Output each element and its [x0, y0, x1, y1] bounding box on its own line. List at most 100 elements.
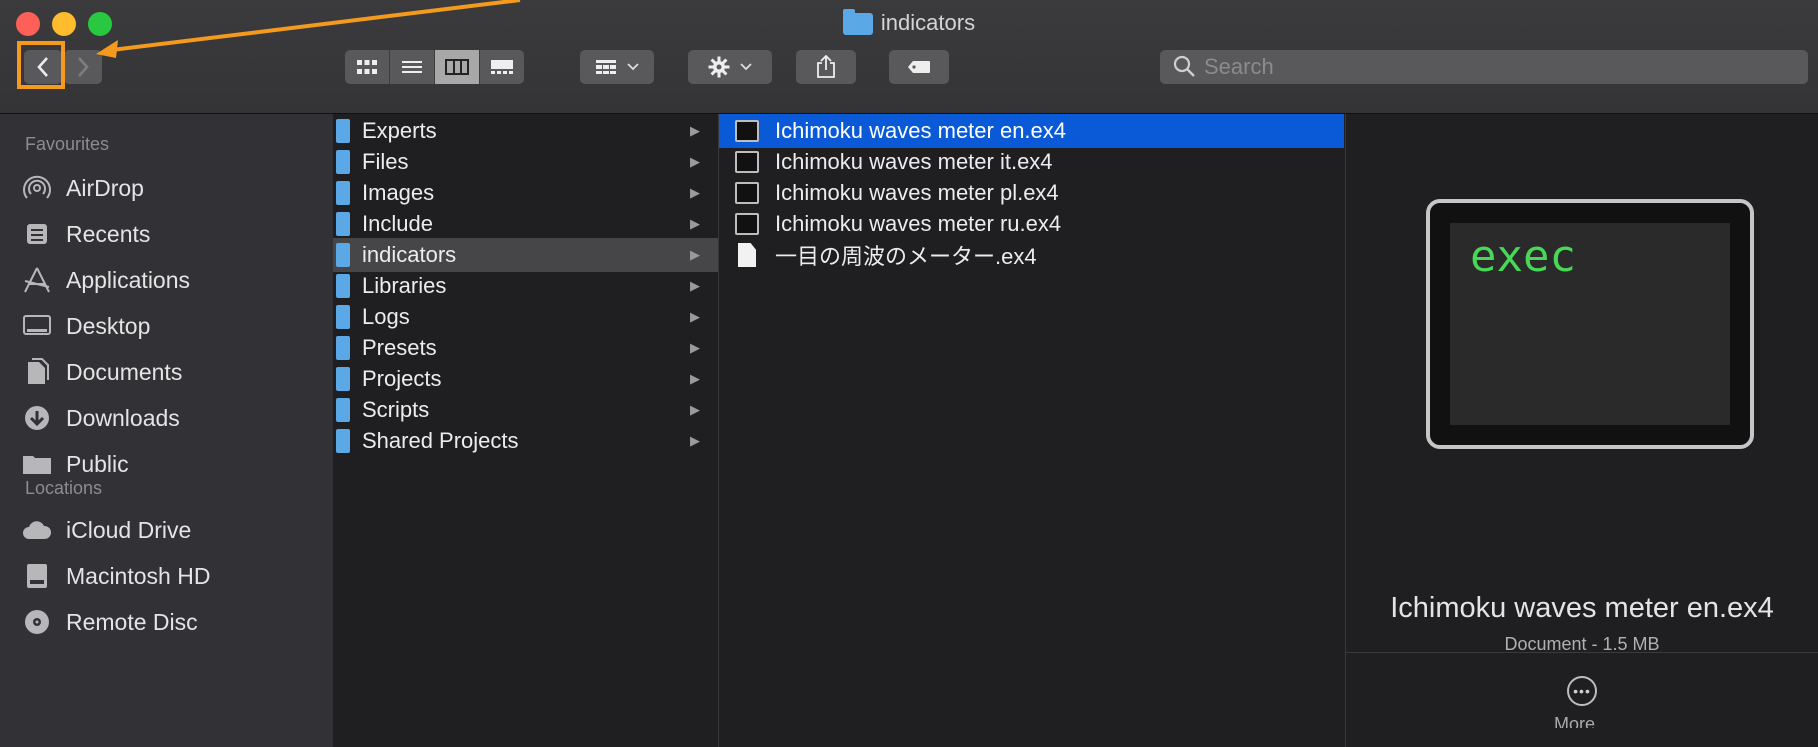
folder-name: Images	[362, 180, 435, 205]
sidebar-item-remote-disc[interactable]: Remote Disc	[22, 602, 322, 642]
file-column: Ichimoku waves meter en.ex4 Ichimoku wav…	[719, 114, 1346, 747]
exec-thumbnail: exec	[1426, 199, 1754, 449]
file-name: 一目の周波のメーター.ex4	[775, 244, 1037, 269]
share-icon	[817, 55, 835, 78]
locations-heading: Locations	[25, 478, 103, 498]
folder-row-files[interactable]: Files ▶	[333, 145, 718, 179]
window-title: indicators	[0, 9, 1818, 36]
sidebar-item-label: Macintosh HD	[66, 562, 211, 589]
sidebar-item-label: Recents	[66, 220, 151, 247]
sidebar-item-recents[interactable]: Recents	[22, 214, 322, 254]
group-button[interactable]	[580, 50, 654, 84]
view-mode-control	[345, 50, 524, 84]
sidebar-item-label: Downloads	[66, 404, 180, 431]
action-button[interactable]	[688, 50, 772, 84]
more-button[interactable]: ••• More...	[1346, 676, 1818, 728]
share-button[interactable]	[796, 50, 856, 84]
sidebar-item-label: Remote Disc	[66, 608, 198, 635]
icon-view-button[interactable]	[345, 50, 390, 84]
folder-row-experts[interactable]: Experts ▶	[333, 114, 718, 148]
disclosure-arrow-icon: ▶	[690, 402, 700, 417]
search-icon	[1173, 55, 1195, 77]
folder-row-include[interactable]: Include ▶	[333, 207, 718, 241]
sidebar-item-label: Public	[66, 450, 129, 477]
ellipsis-circle-icon: •••	[1567, 676, 1597, 706]
file-row[interactable]: 一目の周波のメーター.ex4	[719, 238, 1345, 272]
executable-icon	[735, 182, 759, 204]
sidebar-item-icloud-drive[interactable]: iCloud Drive	[22, 510, 322, 550]
folder-row-scripts[interactable]: Scripts ▶	[333, 393, 718, 427]
folder-row-projects[interactable]: Projects ▶	[333, 362, 718, 396]
group-grid-icon	[596, 60, 616, 74]
tag-icon	[908, 61, 930, 73]
folder-name: Shared Projects	[362, 428, 519, 453]
sidebar-item-airdrop[interactable]: AirDrop	[22, 168, 322, 208]
sidebar-item-label: Documents	[66, 358, 183, 385]
list-view-button[interactable]	[390, 50, 435, 84]
downloads-icon	[22, 403, 52, 433]
sidebar-item-downloads[interactable]: Downloads	[22, 398, 322, 438]
sidebar-item-label: Desktop	[66, 312, 151, 339]
tags-button[interactable]	[889, 50, 949, 84]
disk-icon	[22, 561, 52, 591]
search-field[interactable]	[1160, 50, 1808, 84]
more-label: More...	[1553, 714, 1610, 728]
executable-icon	[735, 213, 759, 235]
folder-icon	[336, 305, 350, 329]
folder-row-indicators[interactable]: indicators ▶	[333, 238, 718, 272]
search-input[interactable]	[1202, 53, 1766, 81]
folder-icon	[842, 9, 873, 35]
folder-name: Experts	[362, 118, 437, 143]
executable-icon	[735, 151, 759, 173]
toolbar: indicators	[0, 0, 1818, 114]
folder-icon	[336, 367, 350, 391]
folder-icon	[22, 449, 52, 479]
file-name: Ichimoku waves meter ru.ex4	[775, 211, 1062, 236]
folder-row-presets[interactable]: Presets ▶	[333, 331, 718, 365]
sidebar-item-documents[interactable]: Documents	[22, 352, 322, 392]
sidebar-item-applications[interactable]: Applications	[22, 260, 322, 300]
gallery-icon	[491, 60, 513, 74]
chevron-down-icon	[740, 63, 752, 71]
folder-icon	[336, 398, 350, 422]
chevron-right-icon	[78, 57, 89, 77]
folder-icon	[336, 274, 350, 298]
disclosure-arrow-icon: ▶	[690, 185, 700, 200]
applications-icon	[22, 265, 52, 295]
column-view-button[interactable]	[435, 50, 480, 84]
disclosure-arrow-icon: ▶	[690, 247, 700, 262]
gallery-view-button[interactable]	[480, 50, 524, 84]
folder-icon	[336, 181, 350, 205]
file-row[interactable]: Ichimoku waves meter it.ex4	[719, 145, 1345, 179]
recents-icon	[22, 219, 52, 249]
airdrop-icon	[22, 173, 52, 203]
file-name: Ichimoku waves meter en.ex4	[775, 118, 1067, 143]
folder-row-shared-projects[interactable]: Shared Projects ▶	[333, 424, 718, 458]
disclosure-arrow-icon: ▶	[690, 433, 700, 448]
folder-name: Presets	[362, 335, 437, 360]
sidebar-item-macintosh-hd[interactable]: Macintosh HD	[22, 556, 322, 596]
disclosure-arrow-icon: ▶	[690, 123, 700, 138]
sidebar-item-desktop[interactable]: Desktop	[22, 306, 322, 346]
forward-button[interactable]	[64, 50, 102, 84]
file-row[interactable]: Ichimoku waves meter ru.ex4	[719, 207, 1345, 241]
folder-icon	[336, 212, 350, 236]
chevron-down-icon	[627, 63, 639, 71]
folder-row-logs[interactable]: Logs ▶	[333, 300, 718, 334]
disc-icon	[22, 607, 52, 637]
folder-name: Include	[362, 211, 433, 236]
folder-row-libraries[interactable]: Libraries ▶	[333, 269, 718, 303]
sidebar-item-label: Applications	[66, 266, 191, 293]
folder-row-images[interactable]: Images ▶	[333, 176, 718, 210]
preview-file-name: Ichimoku waves meter en.ex4	[1390, 592, 1774, 624]
sidebar-item-label: AirDrop	[66, 174, 144, 201]
terminal-screen: exec	[1450, 223, 1730, 425]
folder-icon	[336, 429, 350, 453]
disclosure-arrow-icon: ▶	[690, 309, 700, 324]
file-row[interactable]: Ichimoku waves meter en.ex4	[719, 114, 1344, 148]
folder-icon	[336, 150, 350, 174]
file-row[interactable]: Ichimoku waves meter pl.ex4	[719, 176, 1345, 210]
cloud-icon	[22, 515, 52, 545]
grid-icon	[357, 60, 377, 74]
disclosure-arrow-icon: ▶	[690, 278, 700, 293]
